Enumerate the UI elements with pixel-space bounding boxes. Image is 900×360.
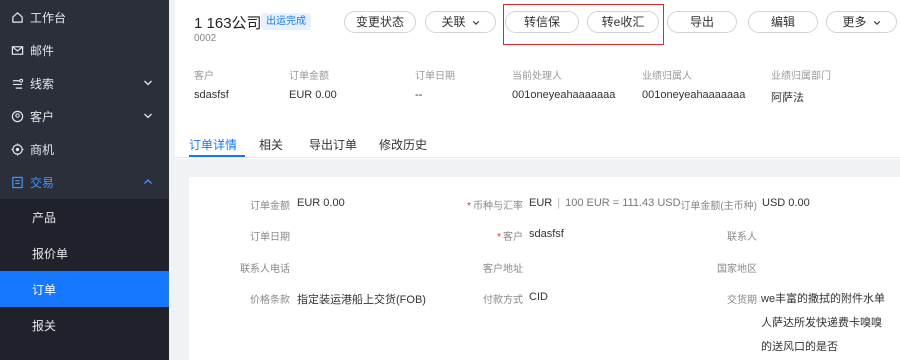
tab-order-details[interactable]: 订单详情: [189, 136, 237, 153]
related-button-label: 关联: [441, 15, 466, 29]
sidebar-item-label: 报价单: [32, 246, 69, 261]
field-label-order-amount: 订单金额: [250, 201, 290, 212]
field-value-shipping-line: 人萨达所发快递费卡嗅嗅: [761, 317, 882, 329]
sidebar-subitem-partial[interactable]: [0, 343, 169, 360]
opportunity-icon: [10, 143, 24, 157]
field-value-shipping-line: we丰富的撒拭的附件水单: [761, 293, 886, 305]
sidebar-item-mail[interactable]: 邮件: [0, 34, 169, 67]
customer-icon: [10, 110, 24, 124]
field-value-currency-rate: EUR | 100 EUR = 111.43 USD: [529, 197, 681, 209]
more-button[interactable]: 更多: [826, 11, 897, 33]
sidebar-item-label: 订单: [32, 282, 57, 297]
summary-label-handler: 当前处理人: [512, 71, 562, 82]
tab-export-order[interactable]: 导出订单: [309, 136, 357, 153]
sidebar-subitem-products[interactable]: 产品: [0, 199, 169, 235]
field-label-contact-phone: 联系人电话: [240, 264, 290, 275]
highlight-box: [503, 4, 664, 45]
sidebar-item-label: 线索: [30, 77, 55, 91]
summary-label-amount: 订单金额: [289, 71, 329, 82]
sidebar: 工作台 邮件 线索 客户 商机 交易 产品 报价单 订单 报关: [0, 0, 175, 360]
field-label-order-amount-main: 订单金额(主币种): [680, 201, 757, 212]
field-label-price-terms: 价格条款: [250, 295, 290, 306]
mail-icon: [10, 44, 24, 58]
summary-label-department: 业绩归属部门: [771, 71, 831, 82]
field-label-contact: 联系人: [727, 232, 757, 243]
chevron-down-icon: [472, 20, 479, 25]
field-label-customer: * 客户: [497, 232, 523, 243]
field-value-customer: sdasfsf: [529, 228, 564, 240]
field-label-shipping: 交货期: [727, 295, 757, 306]
sidebar-item-leads[interactable]: 线索: [0, 67, 169, 100]
field-label-customer-address: 客户地址: [483, 264, 523, 275]
field-label-country: 国家地区: [717, 264, 757, 275]
field-label-currency-rate: * 币种与汇率: [467, 201, 523, 212]
chevron-down-icon: [144, 113, 152, 119]
edit-button[interactable]: 编辑: [748, 11, 818, 33]
field-label-order-date: 订单日期: [250, 232, 290, 243]
summary-label-customer: 客户: [194, 71, 214, 82]
field-value-order-amount: EUR 0.00: [297, 197, 345, 209]
related-button[interactable]: 关联: [425, 11, 496, 33]
field-value-order-amount-main: USD 0.00: [762, 197, 810, 209]
leads-icon: [10, 77, 24, 91]
summary-value-department: 阿萨法: [771, 92, 804, 104]
sidebar-item-opportunity[interactable]: 商机: [0, 133, 169, 166]
summary-value-customer: sdasfsf: [194, 89, 229, 101]
sidebar-item-workbench[interactable]: 工作台: [0, 1, 169, 34]
tab-bar: 订单详情 相关 导出订单 修改历史: [175, 128, 900, 158]
sidebar-subitem-customs[interactable]: 报关: [0, 307, 169, 343]
chevron-down-icon: [144, 80, 152, 86]
summary-value-handler: 001oneyeahaaaaaaa: [512, 89, 616, 101]
sidebar-item-label: 工作台: [30, 11, 67, 25]
field-value-payment: CID: [529, 291, 548, 303]
chevron-up-icon: [144, 179, 152, 184]
sidebar-item-label: 商机: [30, 143, 55, 157]
summary-value-date: --: [415, 89, 423, 101]
summary-value-owner: 001oneyeahaaaaaaa: [642, 89, 746, 101]
tab-related[interactable]: 相关: [259, 136, 283, 153]
tab-history[interactable]: 修改历史: [379, 136, 427, 153]
field-value-shipping-line: 的送风口的是否: [761, 341, 838, 353]
summary-label-owner: 业绩归属人: [642, 71, 692, 82]
sidebar-item-label: 交易: [30, 176, 55, 190]
required-marker: *: [497, 232, 501, 243]
sidebar-item-label: 邮件: [30, 44, 55, 58]
change-status-button[interactable]: 变更状态: [344, 11, 416, 33]
sidebar-item-label: 报关: [32, 318, 57, 333]
sidebar-subitem-orders[interactable]: 订单: [0, 271, 169, 307]
sidebar-item-customer[interactable]: 客户: [0, 100, 169, 133]
order-code: 0002: [194, 33, 217, 44]
export-button[interactable]: 导出: [667, 11, 737, 33]
more-button-label: 更多: [842, 15, 867, 29]
sidebar-item-label: 客户: [30, 110, 55, 124]
field-label-payment: 付款方式: [483, 295, 523, 306]
summary-value-amount: EUR 0.00: [289, 89, 337, 101]
sidebar-item-label: 产品: [32, 210, 57, 225]
summary-label-date: 订单日期: [415, 71, 455, 82]
active-tab-indicator: [189, 155, 245, 157]
home-icon: [10, 11, 24, 25]
main-panel: 1 163公司 出运完成 0002 变更状态 关联 转信保 转e收汇 导出 编辑…: [175, 0, 900, 360]
required-marker: *: [467, 201, 471, 212]
transaction-icon: [10, 176, 24, 190]
sidebar-subitem-quotes[interactable]: 报价单: [0, 235, 169, 271]
page-title: 1 163公司: [194, 15, 262, 32]
sidebar-item-transaction[interactable]: 交易: [0, 166, 169, 199]
status-badge: 出运完成: [261, 13, 311, 30]
chevron-down-icon: [873, 20, 880, 25]
field-value-price-terms: 指定装运港船上交货(FOB): [297, 294, 426, 306]
